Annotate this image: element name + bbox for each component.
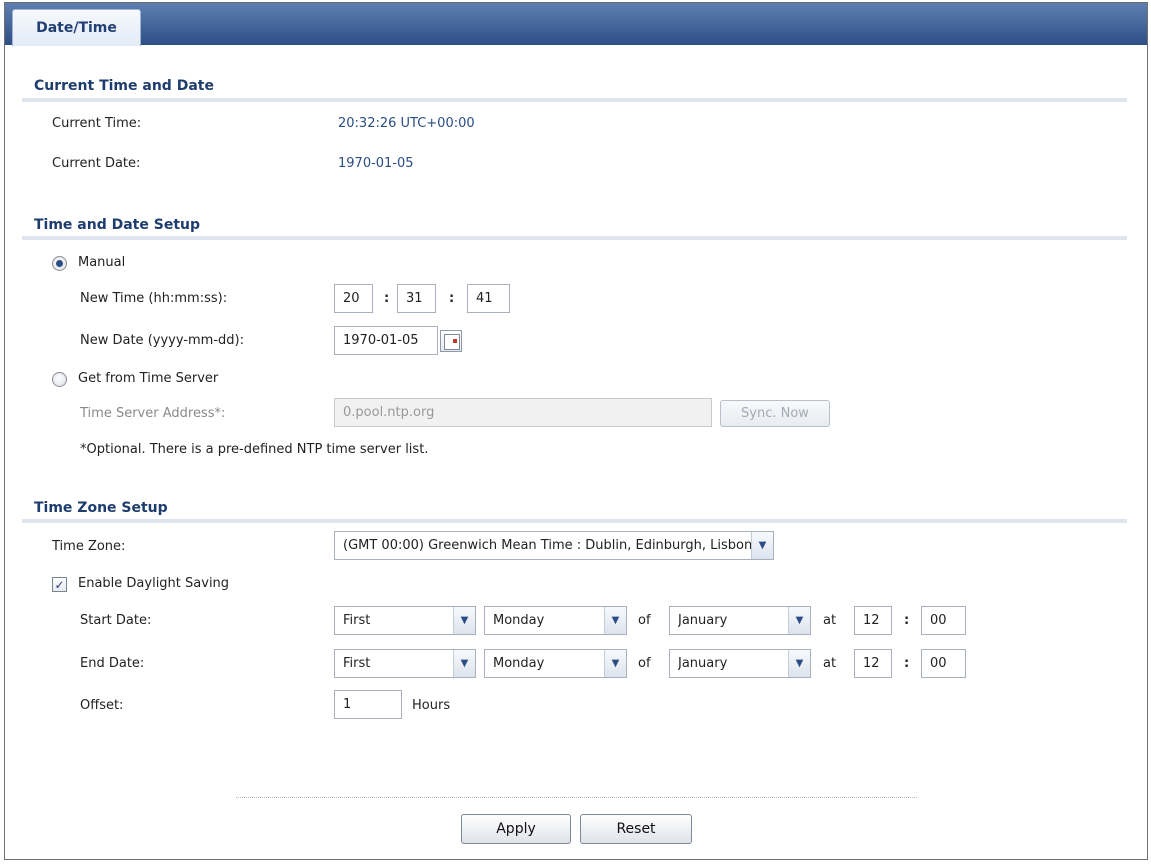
section-divider [22, 236, 1127, 240]
of-label: of [638, 656, 651, 671]
server-address-input[interactable]: 0.pool.ntp.org [334, 398, 712, 427]
end-month-value: January [678, 656, 728, 671]
end-month-select[interactable]: January ▼ [669, 649, 811, 678]
end-hour-input[interactable]: 12 [854, 649, 892, 678]
end-date-label: End Date: [80, 656, 145, 671]
sync-now-button[interactable]: Sync. Now [720, 400, 830, 427]
daylight-saving-checkbox[interactable]: ✓ [52, 577, 67, 592]
end-day-value: Monday [493, 656, 545, 671]
chevron-down-icon: ▼ [604, 607, 626, 634]
time-zone-select[interactable]: (GMT 00:00) Greenwich Mean Time : Dublin… [334, 531, 774, 560]
manual-radio[interactable] [52, 256, 67, 271]
at-label: at [823, 613, 837, 628]
chevron-down-icon: ▼ [788, 607, 810, 634]
new-time-label: New Time (hh:mm:ss): [80, 291, 228, 306]
calendar-icon[interactable] [440, 330, 462, 352]
start-month-value: January [678, 613, 728, 628]
chevron-down-icon: ▼ [604, 650, 626, 677]
new-date-input[interactable]: 1970-01-05 [334, 326, 438, 355]
current-date-label: Current Date: [52, 156, 141, 171]
at-label: at [823, 656, 837, 671]
tab-date-time[interactable]: Date/Time [12, 9, 141, 46]
of-label: of [638, 613, 651, 628]
time-separator: : [449, 291, 455, 306]
current-time-label: Current Time: [52, 116, 142, 131]
time-server-radio[interactable] [52, 372, 67, 387]
chevron-down-icon: ▼ [751, 532, 773, 559]
end-week-value: First [343, 656, 371, 671]
time-separator: : [384, 291, 390, 306]
current-date-value: 1970-01-05 [338, 156, 414, 171]
reset-button[interactable]: Reset [580, 814, 692, 844]
current-time-value: 20:32:26 UTC+00:00 [338, 116, 475, 131]
apply-button[interactable]: Apply [461, 814, 571, 844]
ntp-note: *Optional. There is a pre-defined NTP ti… [80, 442, 429, 457]
tab-bar: Date/Time [5, 3, 1147, 46]
chevron-down-icon: ▼ [453, 607, 475, 634]
end-day-select[interactable]: Monday ▼ [484, 649, 627, 678]
end-minute-input[interactable]: 00 [921, 649, 966, 678]
section-title-current: Current Time and Date [34, 78, 214, 94]
hour-input[interactable]: 20 [334, 284, 373, 313]
start-week-select[interactable]: First ▼ [334, 606, 476, 635]
section-title-setup: Time and Date Setup [34, 217, 201, 233]
chevron-down-icon: ▼ [453, 650, 475, 677]
offset-input[interactable]: 1 [334, 690, 402, 719]
start-date-label: Start Date: [80, 613, 152, 628]
settings-panel: Date/Time [4, 2, 1148, 860]
section-divider [22, 519, 1127, 523]
minute-input[interactable]: 31 [397, 284, 436, 313]
start-day-value: Monday [493, 613, 545, 628]
start-week-value: First [343, 613, 371, 628]
offset-label: Offset: [80, 698, 124, 713]
section-divider [22, 98, 1127, 102]
server-address-label: Time Server Address*: [80, 406, 226, 421]
time-zone-label: Time Zone: [52, 539, 126, 554]
end-week-select[interactable]: First ▼ [334, 649, 476, 678]
time-zone-value: (GMT 00:00) Greenwich Mean Time : Dublin… [343, 538, 751, 553]
section-title-timezone: Time Zone Setup [34, 500, 168, 516]
time-separator: : [904, 613, 910, 628]
start-month-select[interactable]: January ▼ [669, 606, 811, 635]
manual-label: Manual [78, 255, 126, 270]
daylight-saving-label: Enable Daylight Saving [78, 576, 230, 591]
second-input[interactable]: 41 [467, 284, 510, 313]
start-minute-input[interactable]: 00 [921, 606, 966, 635]
new-date-label: New Date (yyyy-mm-dd): [80, 333, 244, 348]
start-day-select[interactable]: Monday ▼ [484, 606, 627, 635]
chevron-down-icon: ▼ [788, 650, 810, 677]
start-hour-input[interactable]: 12 [854, 606, 892, 635]
time-separator: : [904, 656, 910, 671]
footer-divider [236, 797, 917, 798]
hours-label: Hours [412, 698, 451, 713]
time-server-label: Get from Time Server [78, 371, 219, 386]
